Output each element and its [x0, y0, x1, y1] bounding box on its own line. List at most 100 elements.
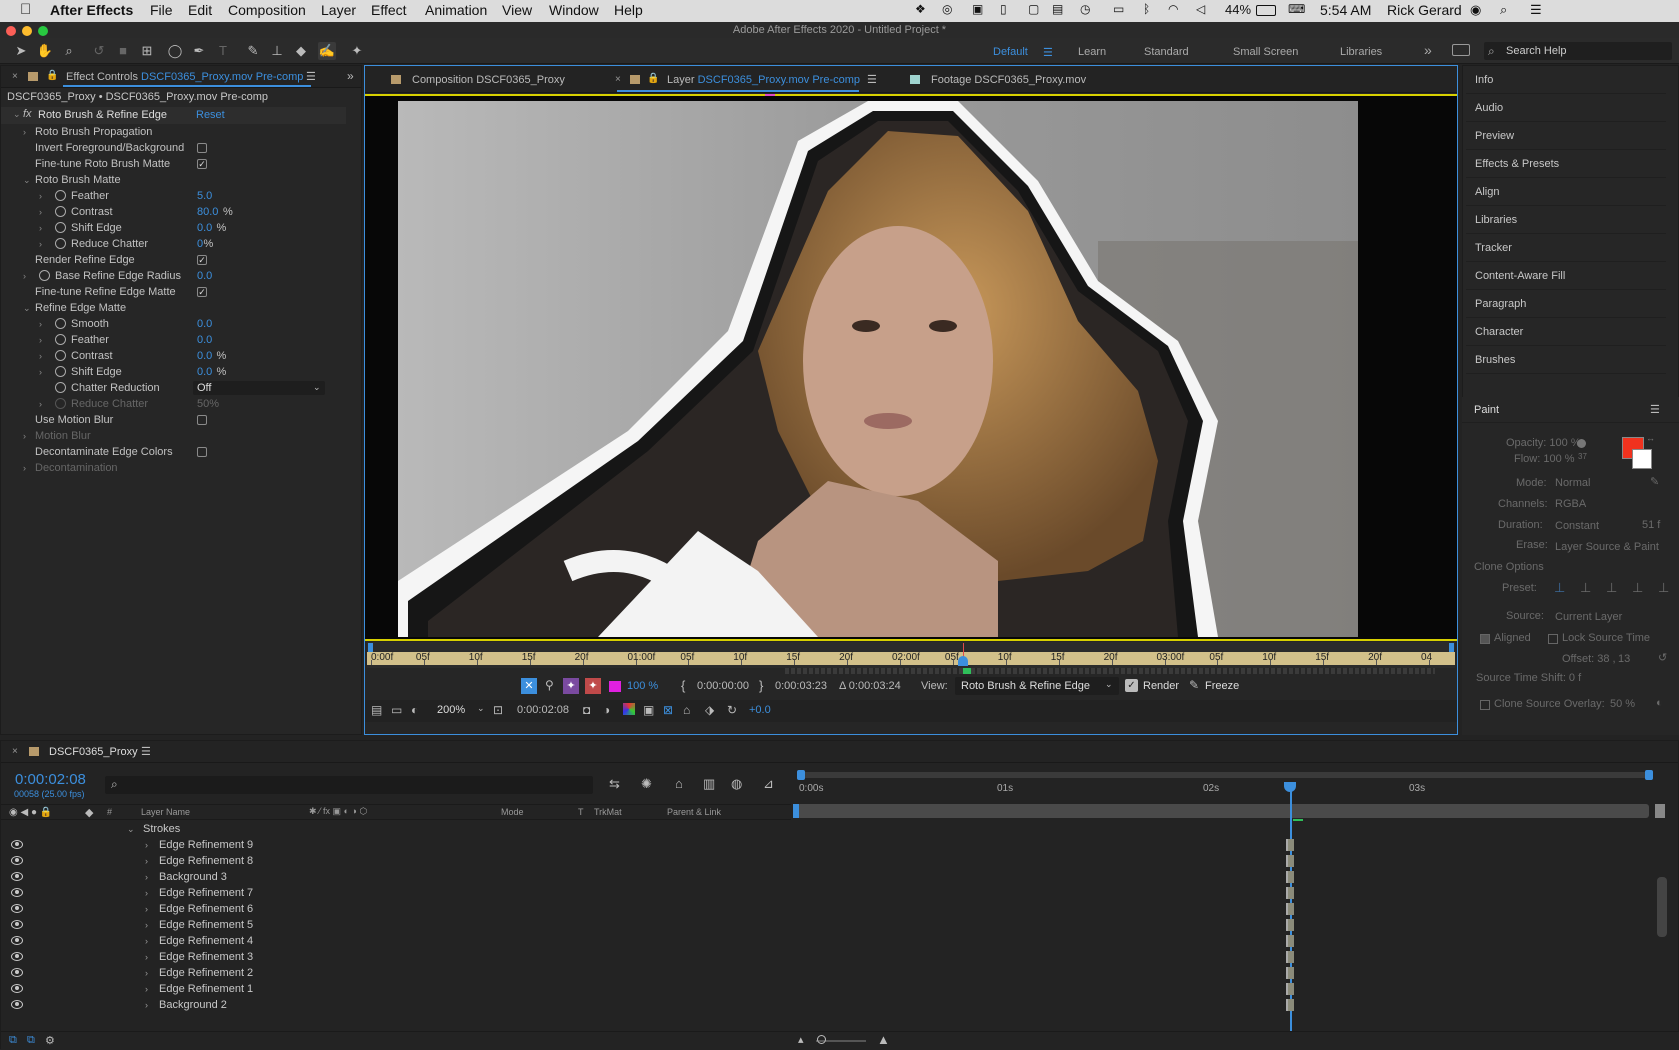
right-panel-item[interactable]: Tracker [1466, 234, 1666, 262]
property-expand-arrow-icon[interactable]: › [39, 236, 42, 252]
offset-y-value[interactable]: 13 [1618, 653, 1630, 665]
erase-dropdown[interactable]: Layer Source & Paint [1555, 541, 1659, 553]
alpha-overlay-icon[interactable]: ✦ [585, 678, 601, 694]
property-value[interactable]: 0.0 [197, 316, 212, 332]
right-panel-item[interactable]: Content-Aware Fill [1466, 262, 1666, 290]
effect-property-row[interactable]: › Reduce Chatter 0% [1, 236, 346, 252]
menu-view[interactable]: View [502, 2, 532, 18]
clone-preset-5-icon[interactable]: ⊥ [1658, 580, 1669, 596]
viewer-time-ruler[interactable]: 0:00f 05f 10f 15f 20f 01:00f 05f 10f 15f 20f 02:00… [367, 642, 1455, 668]
viewer-playhead-handle[interactable] [958, 656, 968, 666]
magnification-chevron-icon[interactable]: ⌄ [477, 703, 485, 714]
chatter-reduction-dropdown[interactable]: Off ⌄ [193, 381, 325, 395]
stopwatch-icon[interactable] [55, 206, 66, 217]
panel-menu-icon[interactable]: ☰ [306, 70, 316, 83]
property-checkbox[interactable]: ✓ [197, 255, 207, 265]
figure-icon[interactable]: ⚲ [545, 678, 554, 692]
property-expand-arrow-icon[interactable]: › [39, 396, 42, 412]
search-help-field[interactable]: ⌕ Search Help [1484, 42, 1672, 60]
number-column-header[interactable]: # [107, 807, 112, 817]
monitor-icon[interactable]: ▯ [1000, 2, 1007, 16]
layer-row[interactable]: › Edge Refinement 9 [1, 837, 1294, 853]
menu-file[interactable]: File [150, 2, 173, 18]
layer-expand-arrow-icon[interactable]: › [145, 997, 148, 1013]
timeline-scrollbar[interactable] [1657, 877, 1667, 937]
property-expand-arrow-icon[interactable]: › [23, 460, 26, 476]
right-panel-item[interactable]: Brushes [1466, 346, 1666, 374]
current-time-value[interactable]: 0:00:02:08 [517, 704, 569, 716]
layer-row[interactable]: › Edge Refinement 6 [1, 901, 1294, 917]
layer-expand-arrow-icon[interactable]: › [145, 869, 148, 885]
3d-view-icon[interactable]: ⌂ [683, 703, 690, 717]
layer-row[interactable]: › Edge Refinement 2 [1, 965, 1294, 981]
brush-tool-icon[interactable]: ✎ [244, 42, 262, 60]
property-expand-arrow-icon[interactable]: › [39, 204, 42, 220]
right-panel-item[interactable]: Paragraph [1466, 290, 1666, 318]
close-layer-tab-icon[interactable]: × [615, 74, 621, 85]
eye-visibility-icon[interactable] [11, 840, 23, 849]
tab-layer[interactable]: Layer DSCF0365_Proxy.mov Pre-comp [667, 74, 860, 86]
show-snapshot-icon[interactable]: ◑ [603, 703, 610, 717]
clone-preset-1-icon[interactable]: ⊥ [1554, 580, 1565, 596]
layer-row[interactable]: › Edge Refinement 3 [1, 949, 1294, 965]
alpha-toggle-icon[interactable]: ✕ [521, 678, 537, 694]
transparency-grid-icon[interactable]: ▣ [643, 703, 654, 717]
volume-icon[interactable]: ◁ [1196, 2, 1205, 16]
property-expand-arrow-icon[interactable]: › [23, 124, 26, 140]
user-name[interactable]: Rick Gerard [1387, 2, 1462, 18]
switches-header-icon[interactable]: ✱ ⁄ fx ▣ ◐ ◑ ⬡ [309, 806, 367, 817]
stopwatch-icon[interactable] [55, 366, 66, 377]
property-expand-arrow-icon[interactable]: ⌄ [23, 172, 31, 188]
timeline-menu-icon[interactable]: ☰ [141, 745, 151, 758]
render-checkbox[interactable]: ✓ [1125, 679, 1138, 692]
effect-property-row[interactable]: › Feather 0.0 [1, 332, 346, 348]
effect-property-row[interactable]: Render Refine Edge ✓ [1, 252, 346, 268]
effect-property-row[interactable]: › Shift Edge 0.0% [1, 364, 346, 380]
effect-property-row[interactable]: Use Motion Blur [1, 412, 346, 428]
work-area-start-handle[interactable] [797, 770, 805, 780]
zoom-tool-icon[interactable]: ⌕ [60, 42, 78, 60]
fx-icon[interactable]: fx [23, 108, 32, 120]
eye-visibility-icon[interactable] [11, 872, 23, 881]
menu-window[interactable]: Window [549, 2, 599, 18]
grid-guides-icon[interactable]: ⊠ [663, 703, 673, 717]
layer-row[interactable]: › Background 2 [1, 997, 1294, 1013]
effect-property-row[interactable]: › Base Refine Edge Radius 0.0 [1, 268, 346, 284]
stopwatch-icon[interactable] [55, 238, 66, 249]
right-panel-item[interactable]: Libraries [1466, 206, 1666, 234]
stroke-keyframe-bar[interactable] [1286, 887, 1294, 899]
wifi-icon[interactable]: ◠ [1168, 2, 1178, 16]
stroke-keyframe-bar[interactable] [1286, 871, 1294, 883]
effect-property-row[interactable]: › Decontamination [1, 460, 346, 476]
mode-column-header[interactable]: Mode [501, 807, 524, 817]
layer-row[interactable]: › Edge Refinement 1 [1, 981, 1294, 997]
layer-row[interactable]: › Edge Refinement 5 [1, 917, 1294, 933]
clone-overlay-checkbox[interactable] [1480, 700, 1490, 710]
time-machine-icon[interactable]: ◷ [1080, 2, 1090, 16]
tab-composition[interactable]: Composition DSCF0365_Proxy [412, 74, 565, 86]
clone-preset-2-icon[interactable]: ⊥ [1580, 580, 1591, 596]
pen-tool-icon[interactable]: ✒ [190, 42, 208, 60]
spotlight-icon[interactable]: ⌕ [1500, 2, 1507, 18]
layer-row[interactable]: › Background 3 [1, 869, 1294, 885]
clone-overlay-value[interactable]: 50 % [1610, 698, 1635, 710]
layer-expand-arrow-icon[interactable]: › [145, 981, 148, 997]
property-expand-arrow-icon[interactable]: › [39, 316, 42, 332]
eye-visibility-icon[interactable] [11, 968, 23, 977]
property-expand-arrow-icon[interactable]: › [23, 428, 26, 444]
zoom-window-icon[interactable] [38, 26, 48, 36]
exposure-value[interactable]: +0.0 [749, 704, 771, 716]
view-dropdown[interactable]: Roto Brush & Refine Edge ⌄ [955, 677, 1119, 695]
comp-mini-flowchart-icon[interactable]: ⇆ [609, 776, 620, 792]
effect-collapse-arrow-icon[interactable]: ⌄ [13, 109, 21, 120]
property-value[interactable]: 50% [197, 396, 219, 412]
minimize-window-icon[interactable] [22, 26, 32, 36]
reset-exposure-icon[interactable]: ↻ [727, 703, 737, 717]
camera-tool-icon[interactable]: ■ [114, 42, 132, 60]
magnification-value[interactable]: 200% [437, 704, 465, 716]
difference-mode-icon[interactable]: ◐ [1656, 697, 1663, 709]
property-expand-arrow-icon[interactable]: › [39, 188, 42, 204]
expand-layer-switches-icon[interactable]: ⧉ [9, 1034, 17, 1047]
stopwatch-icon[interactable] [55, 190, 66, 201]
screen-icon[interactable]: ▢ [1028, 2, 1039, 16]
